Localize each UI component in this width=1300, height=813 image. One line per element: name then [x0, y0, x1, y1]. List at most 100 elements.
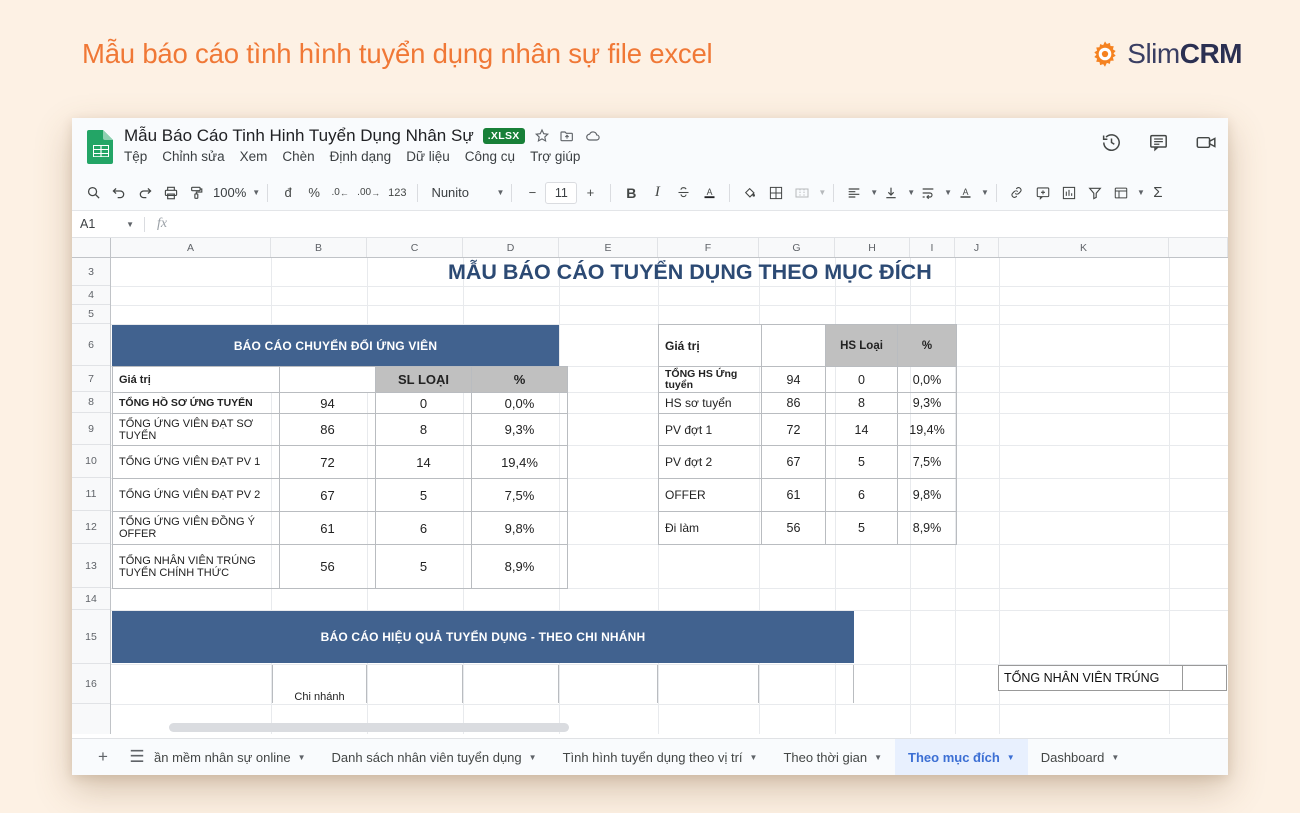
column-header-f[interactable]: F [658, 238, 759, 257]
decrease-font-size-button[interactable]: − [519, 180, 545, 206]
font-family-select[interactable]: Nunito [425, 185, 493, 200]
sheet-tab-chevron-down-icon[interactable]: ▼ [750, 753, 758, 762]
zoom-level[interactable]: 100% [210, 180, 249, 206]
sheet-tab-chevron-down-icon[interactable]: ▼ [1111, 753, 1119, 762]
currency-dong-icon[interactable]: đ [275, 180, 301, 206]
rotation-chevron-down-icon[interactable]: ▼ [981, 188, 989, 197]
sheet-tab-2[interactable]: Danh sách nhân viên tuyển dụng ▼ [319, 739, 550, 776]
paint-format-icon[interactable] [184, 180, 210, 206]
comment-icon[interactable] [1148, 132, 1169, 153]
row-header-9[interactable]: 9 [72, 413, 110, 445]
column-header-g[interactable]: G [759, 238, 835, 257]
wrap-chevron-down-icon[interactable]: ▼ [944, 188, 952, 197]
text-wrapping-icon[interactable] [915, 180, 941, 206]
column-header-a[interactable]: A [111, 238, 271, 257]
merge-chevron-down-icon[interactable]: ▼ [818, 188, 826, 197]
row-header-3[interactable]: 3 [72, 258, 110, 286]
insert-comment-icon[interactable] [1030, 180, 1056, 206]
menu-item-format[interactable]: Định dạng [330, 149, 392, 164]
filter-views-icon[interactable] [1108, 180, 1134, 206]
filter-icon[interactable] [1082, 180, 1108, 206]
menu-item-view[interactable]: Xem [240, 149, 268, 164]
sheet-tab-1[interactable]: ần mềm nhân sự online ▼ [154, 739, 319, 776]
column-header-l[interactable] [1169, 238, 1228, 257]
column-header-i[interactable]: I [910, 238, 955, 257]
insert-chart-icon[interactable] [1056, 180, 1082, 206]
row-header-16[interactable]: 16 [72, 664, 110, 704]
fill-color-icon[interactable] [737, 180, 763, 206]
search-icon[interactable] [80, 180, 106, 206]
move-to-folder-icon[interactable] [559, 128, 575, 144]
select-all-corner[interactable] [72, 238, 111, 257]
row-header-8[interactable]: 8 [72, 392, 110, 413]
column-header-h[interactable]: H [835, 238, 910, 257]
sheet-tab-chevron-down-icon[interactable]: ▼ [1007, 753, 1015, 762]
font-chevron-down-icon[interactable]: ▼ [496, 188, 504, 197]
halign-chevron-down-icon[interactable]: ▼ [870, 188, 878, 197]
column-header-b[interactable]: B [271, 238, 367, 257]
insert-link-icon[interactable] [1004, 180, 1030, 206]
italic-button[interactable]: I [644, 180, 670, 206]
borders-icon[interactable] [763, 180, 789, 206]
cloud-saved-icon[interactable] [584, 128, 602, 144]
add-sheet-button[interactable]: + [86, 747, 120, 767]
font-size-input[interactable]: 11 [545, 182, 577, 204]
percent-icon[interactable]: % [301, 180, 327, 206]
filterviews-chevron-down-icon[interactable]: ▼ [1137, 188, 1145, 197]
sheet-tab-6[interactable]: Dashboard ▼ [1028, 739, 1133, 776]
document-title[interactable]: Mẫu Báo Cáo Tinh Hinh Tuyển Dụng Nhân Sự [124, 126, 474, 146]
all-sheets-button[interactable]: ☰ [120, 747, 154, 767]
bold-button[interactable]: B [618, 180, 644, 206]
star-icon[interactable] [534, 128, 550, 144]
print-icon[interactable] [158, 180, 184, 206]
row-header-13[interactable]: 13 [72, 544, 110, 588]
version-history-icon[interactable] [1101, 132, 1122, 153]
namebox-chevron-down-icon[interactable]: ▼ [126, 220, 134, 229]
strikethrough-icon[interactable] [670, 180, 696, 206]
horizontal-align-icon[interactable] [841, 180, 867, 206]
name-box[interactable]: A1 ▼ [72, 217, 144, 231]
row-header-15[interactable]: 15 [72, 610, 110, 664]
row-header-11[interactable]: 11 [72, 478, 110, 511]
sheet-tab-4[interactable]: Theo thời gian ▼ [770, 739, 895, 776]
row-header-4[interactable]: 4 [72, 286, 110, 305]
more-formats-icon[interactable]: 123 [384, 180, 410, 206]
menu-item-edit[interactable]: Chỉnh sửa [162, 149, 224, 164]
row-header-5[interactable]: 5 [72, 305, 110, 324]
decrease-decimal-icon[interactable]: .0← [327, 180, 353, 206]
sheet-tab-5-active[interactable]: Theo mục đích ▼ [895, 739, 1028, 776]
column-header-e[interactable]: E [559, 238, 658, 257]
menu-item-file[interactable]: Tệp [124, 149, 147, 164]
redo-icon[interactable] [132, 180, 158, 206]
sheet-tab-chevron-down-icon[interactable]: ▼ [529, 753, 537, 762]
vertical-align-icon[interactable] [878, 180, 904, 206]
menu-item-insert[interactable]: Chèn [282, 149, 314, 164]
menu-item-data[interactable]: Dữ liệu [406, 149, 450, 164]
row-header-10[interactable]: 10 [72, 445, 110, 478]
undo-icon[interactable] [106, 180, 132, 206]
increase-decimal-icon[interactable]: .00→ [353, 180, 384, 206]
row-header-6[interactable]: 6 [72, 324, 110, 366]
column-header-c[interactable]: C [367, 238, 463, 257]
zoom-chevron-down-icon[interactable]: ▼ [252, 188, 260, 197]
sheet-tab-chevron-down-icon[interactable]: ▼ [874, 753, 882, 762]
column-header-d[interactable]: D [463, 238, 559, 257]
horizontal-scrollbar[interactable] [169, 723, 569, 732]
column-header-j[interactable]: J [955, 238, 999, 257]
increase-font-size-button[interactable]: + [577, 180, 603, 206]
row-header-7[interactable]: 7 [72, 366, 110, 392]
sheet-tab-3[interactable]: Tình hình tuyển dụng theo vị trí ▼ [550, 739, 771, 776]
sheet-tab-chevron-down-icon[interactable]: ▼ [298, 753, 306, 762]
merge-cells-icon[interactable] [789, 180, 815, 206]
text-rotation-icon[interactable]: A [952, 180, 978, 206]
column-header-k[interactable]: K [999, 238, 1169, 257]
functions-sum-icon[interactable]: Σ [1145, 180, 1171, 206]
text-color-icon[interactable]: A [696, 180, 722, 206]
valign-chevron-down-icon[interactable]: ▼ [907, 188, 915, 197]
video-call-icon[interactable] [1195, 132, 1218, 153]
cells-canvas[interactable]: MẪU BÁO CÁO TUYỂN DỤNG THEO MỤC ĐÍCH BÁO… [111, 258, 1228, 734]
menu-item-help[interactable]: Trợ giúp [530, 149, 580, 164]
menu-item-tools[interactable]: Công cụ [465, 149, 515, 164]
row-header-12[interactable]: 12 [72, 511, 110, 544]
row-header-14[interactable]: 14 [72, 588, 110, 610]
